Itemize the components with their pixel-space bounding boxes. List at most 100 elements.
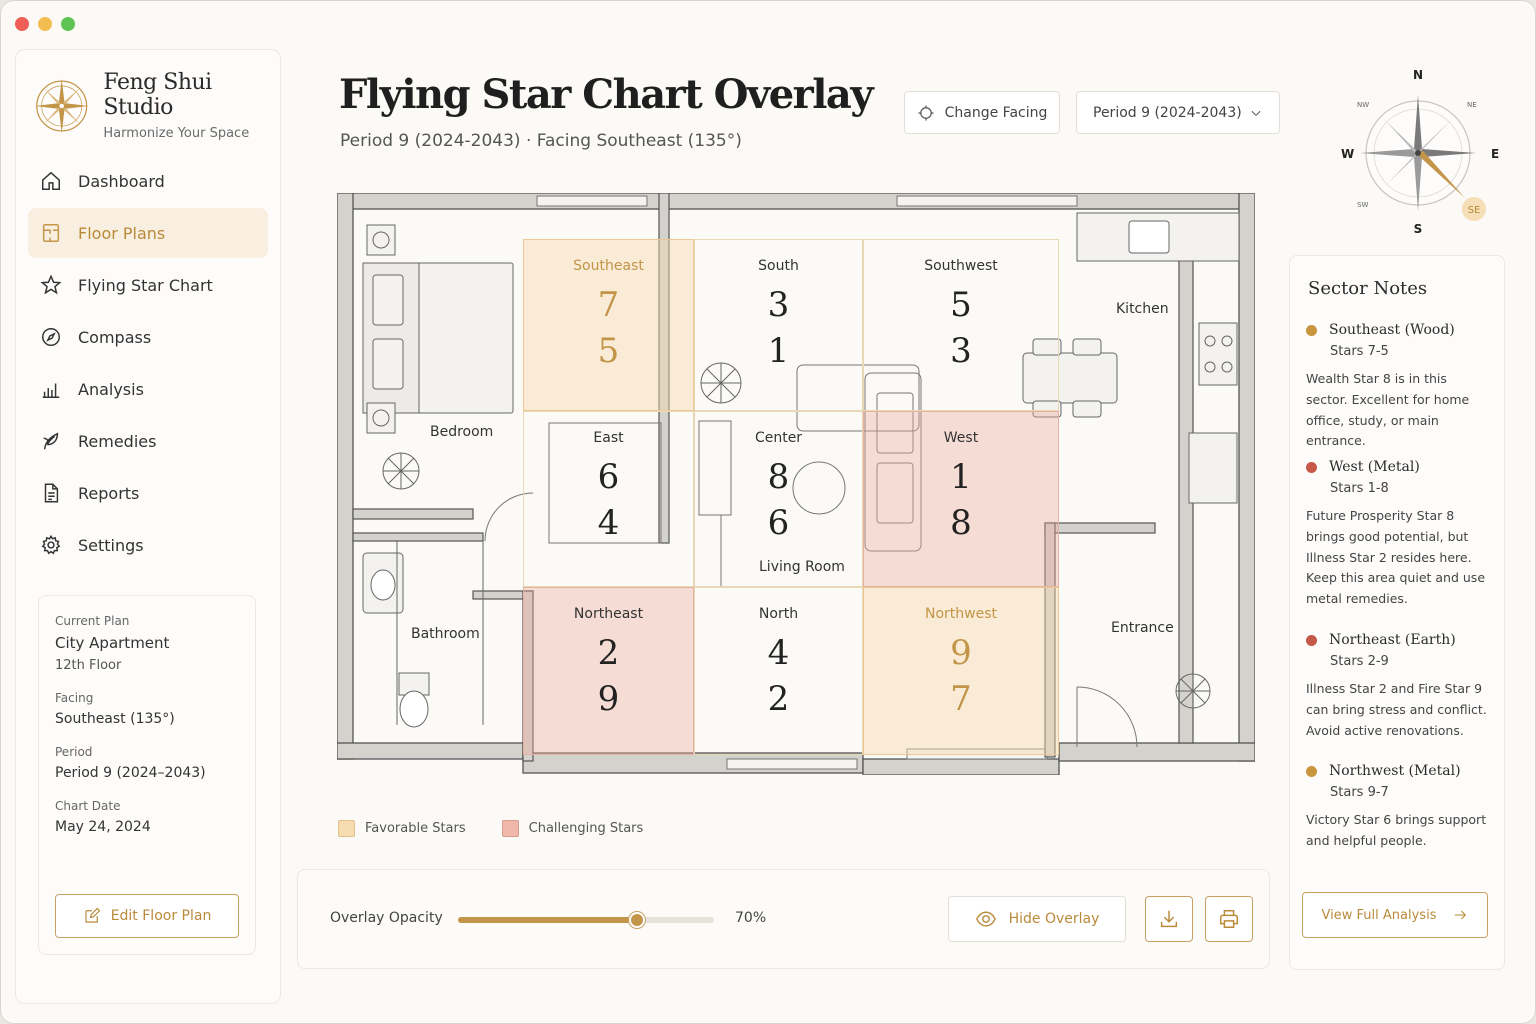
legend-favorable: Favorable Stars: [338, 820, 466, 837]
eye-icon: [975, 911, 996, 927]
view-full-analysis-label: View Full Analysis: [1321, 907, 1437, 923]
sector-northwest[interactable]: Northwest 9 7: [863, 587, 1059, 755]
facing-label: Facing: [55, 691, 94, 705]
hide-overlay-button[interactable]: Hide Overlay: [948, 896, 1126, 942]
chart-date-label: Chart Date: [55, 799, 121, 813]
current-plan-card: Current Plan City Apartment 12th Floor F…: [38, 595, 256, 955]
sidebar-item-label: Remedies: [78, 431, 157, 451]
room-label-entrance: Entrance: [1111, 620, 1174, 636]
sidebar-item-remedies[interactable]: Remedies: [28, 416, 268, 466]
compass-nw-label: NW: [1357, 101, 1369, 109]
sector-south[interactable]: South 3 1: [694, 239, 863, 411]
download-button[interactable]: [1145, 896, 1193, 942]
sector-northeast[interactable]: Northeast 2 9: [523, 587, 694, 755]
window-controls: [15, 17, 75, 31]
period-value: Period 9 (2024–2043): [55, 765, 206, 781]
sector-name: Center: [754, 430, 803, 446]
floor-plan-canvas[interactable]: Southeast 7 5 South 3 1 Southwest 5 3 East …: [337, 193, 1255, 775]
slider-thumb[interactable]: [629, 912, 645, 928]
star-legend: Favorable Stars Challenging Stars: [338, 820, 679, 837]
sidebar-item-analysis[interactable]: Analysis: [28, 364, 268, 414]
sidebar-item-label: Compass: [78, 327, 152, 347]
sidebar-item-flying-star-chart[interactable]: Flying Star Chart: [28, 260, 268, 310]
brand-name: Feng Shui Studio: [103, 70, 212, 120]
favorable-swatch: [338, 820, 355, 837]
mountain-star: 1: [950, 457, 972, 497]
water-star: 6: [767, 503, 790, 543]
sector-name: Northeast: [573, 606, 644, 622]
water-star: 8: [950, 503, 972, 543]
change-facing-button[interactable]: Change Facing: [904, 91, 1060, 134]
water-star: 7: [950, 679, 972, 719]
mountain-star: 5: [950, 285, 972, 325]
sector-notes-panel: Sector Notes Southeast (Wood) Stars 7-5 …: [1289, 255, 1505, 970]
sector-southwest[interactable]: Southwest 5 3: [863, 239, 1059, 411]
document-icon: [44, 483, 59, 503]
sidebar-item-label: Flying Star Chart: [78, 275, 213, 295]
close-window-button[interactable]: [15, 17, 29, 31]
sector-name: Southeast: [573, 258, 644, 274]
compass-south-label: S: [1414, 222, 1423, 235]
current-plan-name: City Apartment: [55, 634, 170, 652]
sidebar-item-compass[interactable]: Compass: [28, 312, 268, 362]
sector-west[interactable]: West 1 8: [863, 411, 1059, 587]
maximize-window-button[interactable]: [61, 17, 75, 31]
mountain-star: 2: [597, 633, 620, 673]
star-icon: [40, 274, 62, 295]
compass-ne-label: NE: [1467, 101, 1477, 109]
sector-name: Southwest: [924, 258, 998, 274]
sidebar-item-label: Dashboard: [78, 171, 165, 191]
hide-overlay-label: Hide Overlay: [1008, 911, 1100, 927]
compass-sw-label: SW: [1357, 201, 1368, 209]
note-description: Illness Star 2 and Fire Star 9 can bring…: [1306, 681, 1487, 738]
period-select[interactable]: Period 9 (2024-2043): [1076, 91, 1280, 134]
legend-challenging-label: Challenging Stars: [528, 821, 644, 836]
room-label-bathroom: Bathroom: [411, 626, 480, 642]
sidebar-item-dashboard[interactable]: Dashboard: [28, 156, 268, 206]
arrow-right-icon: [1455, 910, 1467, 920]
overlay-opacity-slider[interactable]: [458, 912, 714, 928]
floor-plan-icon: [42, 224, 60, 242]
water-star: 4: [597, 503, 620, 543]
note-stars: Stars 1-8: [1330, 481, 1389, 496]
room-label-living-room: Living Room: [759, 559, 845, 575]
print-button[interactable]: [1205, 896, 1253, 942]
mountain-star: 6: [597, 457, 620, 497]
sidebar-item-floor-plans[interactable]: Floor Plans: [28, 208, 268, 258]
room-label-bedroom: Bedroom: [430, 424, 494, 440]
note-status-dot: [1306, 324, 1317, 336]
sector-name: North: [758, 606, 799, 622]
note-status-dot: [1306, 461, 1317, 473]
overlay-controls: Overlay Opacity 70% Hide Overlay: [297, 869, 1270, 969]
period-label: Period: [55, 745, 93, 759]
chevron-down-icon: [1251, 110, 1261, 116]
sidebar-item-reports[interactable]: Reports: [28, 468, 268, 518]
overlay-opacity-label: Overlay Opacity: [330, 910, 443, 926]
sidebar-item-label: Floor Plans: [78, 223, 166, 243]
note-west: West (Metal) Stars 1-8 Future Prosperity…: [1306, 459, 1492, 610]
compass-widget: N S W E NW NE SW SE: [1341, 68, 1499, 235]
edit-floor-plan-button[interactable]: Edit Floor Plan: [55, 894, 239, 938]
overlay-opacity-value: 70%: [735, 910, 767, 926]
sector-east[interactable]: East 6 4: [523, 411, 694, 587]
note-heading: Northwest (Metal): [1329, 763, 1461, 779]
download-icon: [1160, 910, 1178, 928]
water-star: 1: [767, 331, 790, 371]
period-select-value: Period 9 (2024-2043): [1093, 104, 1242, 121]
legend-challenging: Challenging Stars: [501, 820, 644, 837]
sidebar-item-settings[interactable]: Settings: [28, 520, 268, 570]
note-southeast: Southeast (Wood) Stars 7-5 Wealth Star 8…: [1306, 322, 1492, 452]
view-full-analysis-button[interactable]: View Full Analysis: [1302, 892, 1488, 938]
page-subtitle: Period 9 (2024-2043) · Facing Southeast …: [340, 131, 742, 151]
crosshair-icon: [918, 105, 934, 120]
home-icon: [42, 171, 60, 190]
sector-southeast[interactable]: Southeast 7 5: [523, 239, 694, 411]
note-status-dot: [1306, 634, 1317, 646]
sector-north[interactable]: North 4 2: [694, 587, 863, 755]
sidebar-item-label: Analysis: [78, 379, 144, 399]
water-star: 9: [597, 679, 620, 719]
sidebar: Feng Shui Studio Harmonize Your Space Da…: [15, 49, 281, 1004]
water-star: 3: [950, 331, 972, 371]
mountain-star: 3: [767, 285, 790, 325]
minimize-window-button[interactable]: [38, 17, 52, 31]
